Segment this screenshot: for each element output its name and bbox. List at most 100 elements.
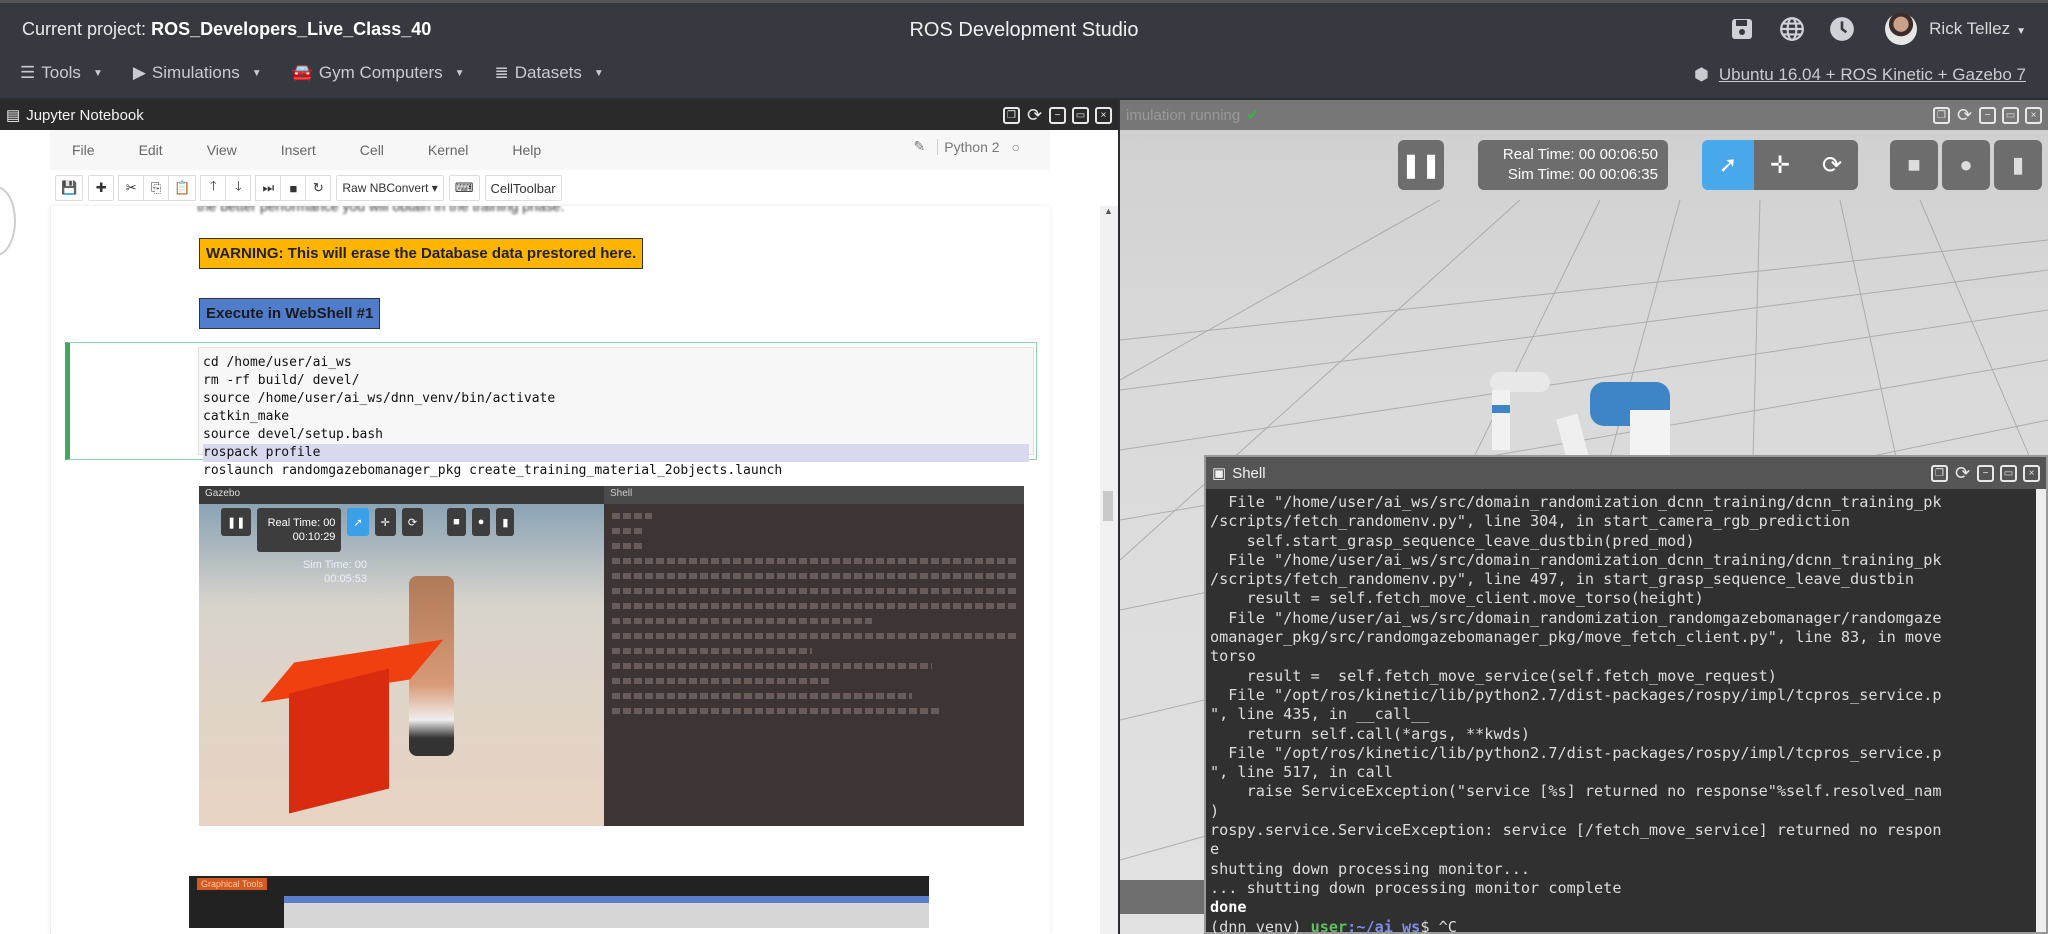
play-circle-icon: ▶ — [132, 63, 146, 82]
image-view-window — [284, 896, 929, 928]
chevron-down-icon: ▼ — [593, 67, 604, 79]
move-down-button[interactable]: 🡓 — [225, 175, 252, 201]
menu-edit[interactable]: Edit — [117, 142, 185, 158]
notebook-scrollbar[interactable]: ▲ — [1100, 206, 1118, 934]
menu-file[interactable]: File — [50, 142, 117, 158]
blurred-log-line — [612, 678, 832, 684]
celltoolbar-button[interactable]: CellToolbar — [484, 175, 562, 201]
maximize-icon[interactable]: ▭ — [2002, 106, 2019, 124]
menu-tools[interactable]: ☰ Tools ▼ — [20, 63, 103, 83]
shell-output[interactable]: File "/home/user/ai_ws/src/domain_random… — [1206, 489, 2046, 934]
move-up-button[interactable]: 🡑 — [200, 175, 227, 201]
blurred-log-line — [612, 558, 1016, 564]
database-icon: ≣ — [494, 63, 509, 82]
menu-insert[interactable]: Insert — [259, 142, 338, 158]
user-menu[interactable]: Rick Tellez ▼ — [1929, 19, 2026, 39]
paste-button[interactable]: 📋 — [168, 175, 197, 201]
translate-icon: ✛ — [374, 508, 396, 536]
cut-off-text: the better performance you will obtain i… — [197, 206, 565, 214]
minimize-icon[interactable]: − — [1049, 106, 1066, 124]
scroll-up-icon[interactable]: ▲ — [1104, 206, 1113, 216]
insert-box-button[interactable]: ■ — [1890, 140, 1938, 190]
globe-icon[interactable] — [1777, 14, 1807, 44]
jupyter-titlebar: ▤ Jupyter Notebook ❐ ⟳ − ▭ × — [0, 100, 1118, 130]
copy-button[interactable]: ⎘ — [143, 175, 170, 201]
stop-button[interactable]: ■ — [280, 175, 307, 201]
menu-gym-computers[interactable]: 🚘 Gym Computers ▼ — [292, 63, 465, 83]
insert-cell-button[interactable]: ✚ — [88, 175, 115, 201]
save-icon[interactable] — [1727, 14, 1757, 44]
refresh-icon[interactable]: ⟳ — [1954, 463, 1971, 483]
pencil-icon[interactable]: ✎ — [914, 138, 926, 155]
top-bar: Current project: ROS_Developers_Live_Cla… — [0, 0, 2048, 98]
rotate-icon: ⟳ — [401, 508, 424, 536]
gazebo-toolbar: ❚❚ Real Time: 00 00:06:50 Sim Time: 00 0… — [1120, 140, 2048, 200]
shell-line: ... shutting down processing monitor com… — [1210, 878, 1622, 897]
environment-link[interactable]: ⬢ Ubuntu 16.04 + ROS Kinetic + Gazebo 7 — [1694, 65, 2026, 85]
code-line-highlighted: rospack profile — [203, 444, 1029, 462]
shell-line: File "/opt/ros/kinetic/lib/python2.7/dis… — [1210, 743, 1942, 762]
chevron-down-icon: ▼ — [454, 67, 465, 79]
code-cell[interactable]: cd /home/user/ai_ws rm -rf build/ devel/… — [65, 342, 1037, 478]
close-icon[interactable]: × — [2025, 106, 2042, 124]
sim-time-label: Sim Time: 00 — [302, 559, 367, 571]
detach-icon[interactable]: ❐ — [1003, 106, 1020, 124]
insert-sphere-button[interactable]: ● — [1942, 140, 1990, 190]
cut-button[interactable]: ✂ — [118, 175, 145, 201]
detach-icon[interactable]: ❐ — [1933, 106, 1950, 124]
gazebo-bottom-strip — [1120, 880, 1204, 914]
side-handle[interactable] — [0, 186, 16, 256]
select-arrow-icon: ➚ — [347, 508, 369, 536]
menu-datasets[interactable]: ≣ Datasets ▼ — [495, 63, 604, 83]
run-button[interactable]: ⏭ — [255, 175, 282, 201]
sphere-icon: ● — [1959, 152, 1973, 177]
rotate-mode-button[interactable]: ⟳ — [1806, 140, 1858, 190]
maximize-icon[interactable]: ▭ — [1072, 106, 1089, 124]
select-mode-button[interactable]: ➚ — [1702, 140, 1754, 190]
cell-type-select[interactable]: Raw NBConvert ▾ — [336, 175, 444, 201]
code-editor[interactable]: cd /home/user/ai_ws rm -rf build/ devel/… — [198, 347, 1034, 478]
refresh-icon[interactable]: ⟳ — [1956, 105, 1973, 125]
blurred-log-line — [612, 603, 1016, 609]
shell-line: result = self.fetch_move_client.move_tor… — [1210, 589, 1704, 608]
real-time-label: Real Time: 00 — [267, 517, 336, 529]
graphical-tools-tag: Graphical Tools — [197, 878, 267, 890]
refresh-icon[interactable]: ⟳ — [1026, 105, 1043, 125]
cube-icon: ⬢ — [1694, 65, 1709, 84]
shell-line: File "/home/user/ai_ws/src/domain_random… — [1210, 493, 1942, 511]
project-name[interactable]: ROS_Developers_Live_Class_40 — [151, 19, 431, 39]
embedded-screenshot: Gazebo ❚❚ Real Time: 00 00:10:29 ➚ ✛ ⟳ ■… — [199, 486, 1024, 826]
detach-icon[interactable]: ❐ — [1931, 464, 1948, 482]
shell-line: result = self.fetch_move_service(self.fe… — [1210, 666, 1777, 685]
scrollbar-thumb[interactable] — [1103, 491, 1113, 521]
menu-cell[interactable]: Cell — [338, 142, 406, 158]
menu-kernel[interactable]: Kernel — [406, 142, 490, 158]
chevron-down-icon: ▼ — [251, 67, 262, 79]
close-icon[interactable]: × — [1095, 106, 1112, 124]
kernel-name: Python 2 — [937, 138, 1000, 155]
kernel-status-icon: ○ — [1011, 138, 1020, 155]
menu-simulations[interactable]: ▶ Simulations ▼ — [133, 63, 262, 83]
insert-cylinder-button[interactable]: ▮ — [1994, 140, 2042, 190]
code-line: source devel/setup.bash — [203, 427, 384, 442]
save-button[interactable]: 💾 — [55, 175, 84, 201]
minimize-icon[interactable]: − — [1977, 464, 1994, 482]
blurred-log-line — [612, 513, 652, 519]
blurred-log-line — [612, 633, 1016, 639]
blurred-log-line — [612, 543, 642, 549]
shell-prompt[interactable]: (dnn_venv) user:~/ai_ws$ ^C — [1210, 918, 2042, 934]
shell-scrollbar[interactable] — [2036, 489, 2046, 932]
shell-line: omanager_pkg/src/randomgazebomanager_pkg… — [1210, 628, 1942, 647]
restart-button[interactable]: ↻ — [305, 175, 332, 201]
close-icon[interactable]: × — [2023, 464, 2040, 482]
minimize-icon[interactable]: − — [1979, 106, 1996, 124]
menu-help[interactable]: Help — [490, 142, 563, 158]
menu-view[interactable]: View — [185, 142, 259, 158]
notebook-toolbar: 💾 ✚ ✂ ⎘ 📋 🡑 🡓 ⏭ ■ ↻ Raw NBConvert ▾ ⌨ Ce… — [55, 170, 562, 206]
pause-button[interactable]: ❚❚ — [1398, 140, 1444, 190]
clock-icon[interactable] — [1827, 14, 1857, 44]
maximize-icon[interactable]: ▭ — [2000, 464, 2017, 482]
translate-mode-button[interactable]: ✛ — [1754, 140, 1806, 190]
avatar[interactable] — [1885, 13, 1918, 45]
command-palette-button[interactable]: ⌨ — [448, 175, 480, 201]
